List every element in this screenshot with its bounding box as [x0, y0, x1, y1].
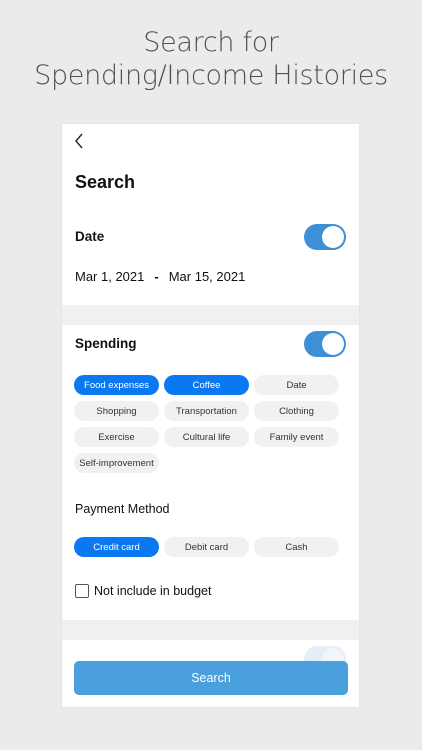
page-title: Search	[75, 172, 136, 192]
phone-screen: Search Date Mar 1, 2021 - Mar 15, 2021 S…	[62, 124, 359, 707]
chip-transportation[interactable]: Transportation	[164, 401, 249, 421]
chip-credit-card[interactable]: Credit card	[74, 537, 159, 557]
chip-clothing[interactable]: Clothing	[254, 401, 339, 421]
date-range[interactable]: Mar 1, 2021 - Mar 15, 2021	[75, 269, 245, 284]
chip-exercise[interactable]: Exercise	[74, 427, 159, 447]
section-divider	[62, 305, 359, 325]
chip-cultural-life[interactable]: Cultural life	[164, 427, 249, 447]
chip-self-improvement[interactable]: Self-improvement	[74, 453, 159, 473]
category-chips: Food expenses Coffee Date Shopping Trans…	[74, 375, 339, 473]
date-toggle[interactable]	[304, 224, 346, 250]
spending-section-label: Spending	[75, 336, 137, 351]
headline-line-1: Search for	[143, 27, 279, 58]
headline-line-2: Spending/Income Histories	[34, 60, 388, 91]
section-divider	[62, 620, 359, 640]
payment-method-chips: Credit card Debit card Cash	[74, 537, 339, 557]
chip-debit-card[interactable]: Debit card	[164, 537, 249, 557]
payment-method-label: Payment Method	[75, 502, 170, 516]
budget-checkbox-row[interactable]: Not include in budget	[75, 584, 211, 598]
spending-toggle[interactable]	[304, 331, 346, 357]
date-section-label: Date	[75, 229, 105, 244]
date-separator: -	[154, 269, 159, 284]
not-include-budget-checkbox[interactable]	[75, 584, 89, 598]
back-button[interactable]	[71, 132, 89, 150]
search-button[interactable]: Search	[74, 661, 348, 695]
chip-family-event[interactable]: Family event	[254, 427, 339, 447]
chip-food-expenses[interactable]: Food expenses	[74, 375, 159, 395]
promo-headline: Search for Spending/Income Histories	[0, 26, 422, 92]
checkbox-label: Not include in budget	[94, 584, 212, 598]
start-date[interactable]: Mar 1, 2021	[75, 269, 144, 284]
end-date[interactable]: Mar 15, 2021	[169, 269, 246, 284]
chip-cash[interactable]: Cash	[254, 537, 339, 557]
chip-coffee[interactable]: Coffee	[164, 375, 249, 395]
chip-shopping[interactable]: Shopping	[74, 401, 159, 421]
toggle-knob	[322, 226, 344, 248]
chevron-left-icon	[75, 133, 83, 149]
chip-date[interactable]: Date	[254, 375, 339, 395]
toggle-knob	[322, 333, 344, 355]
